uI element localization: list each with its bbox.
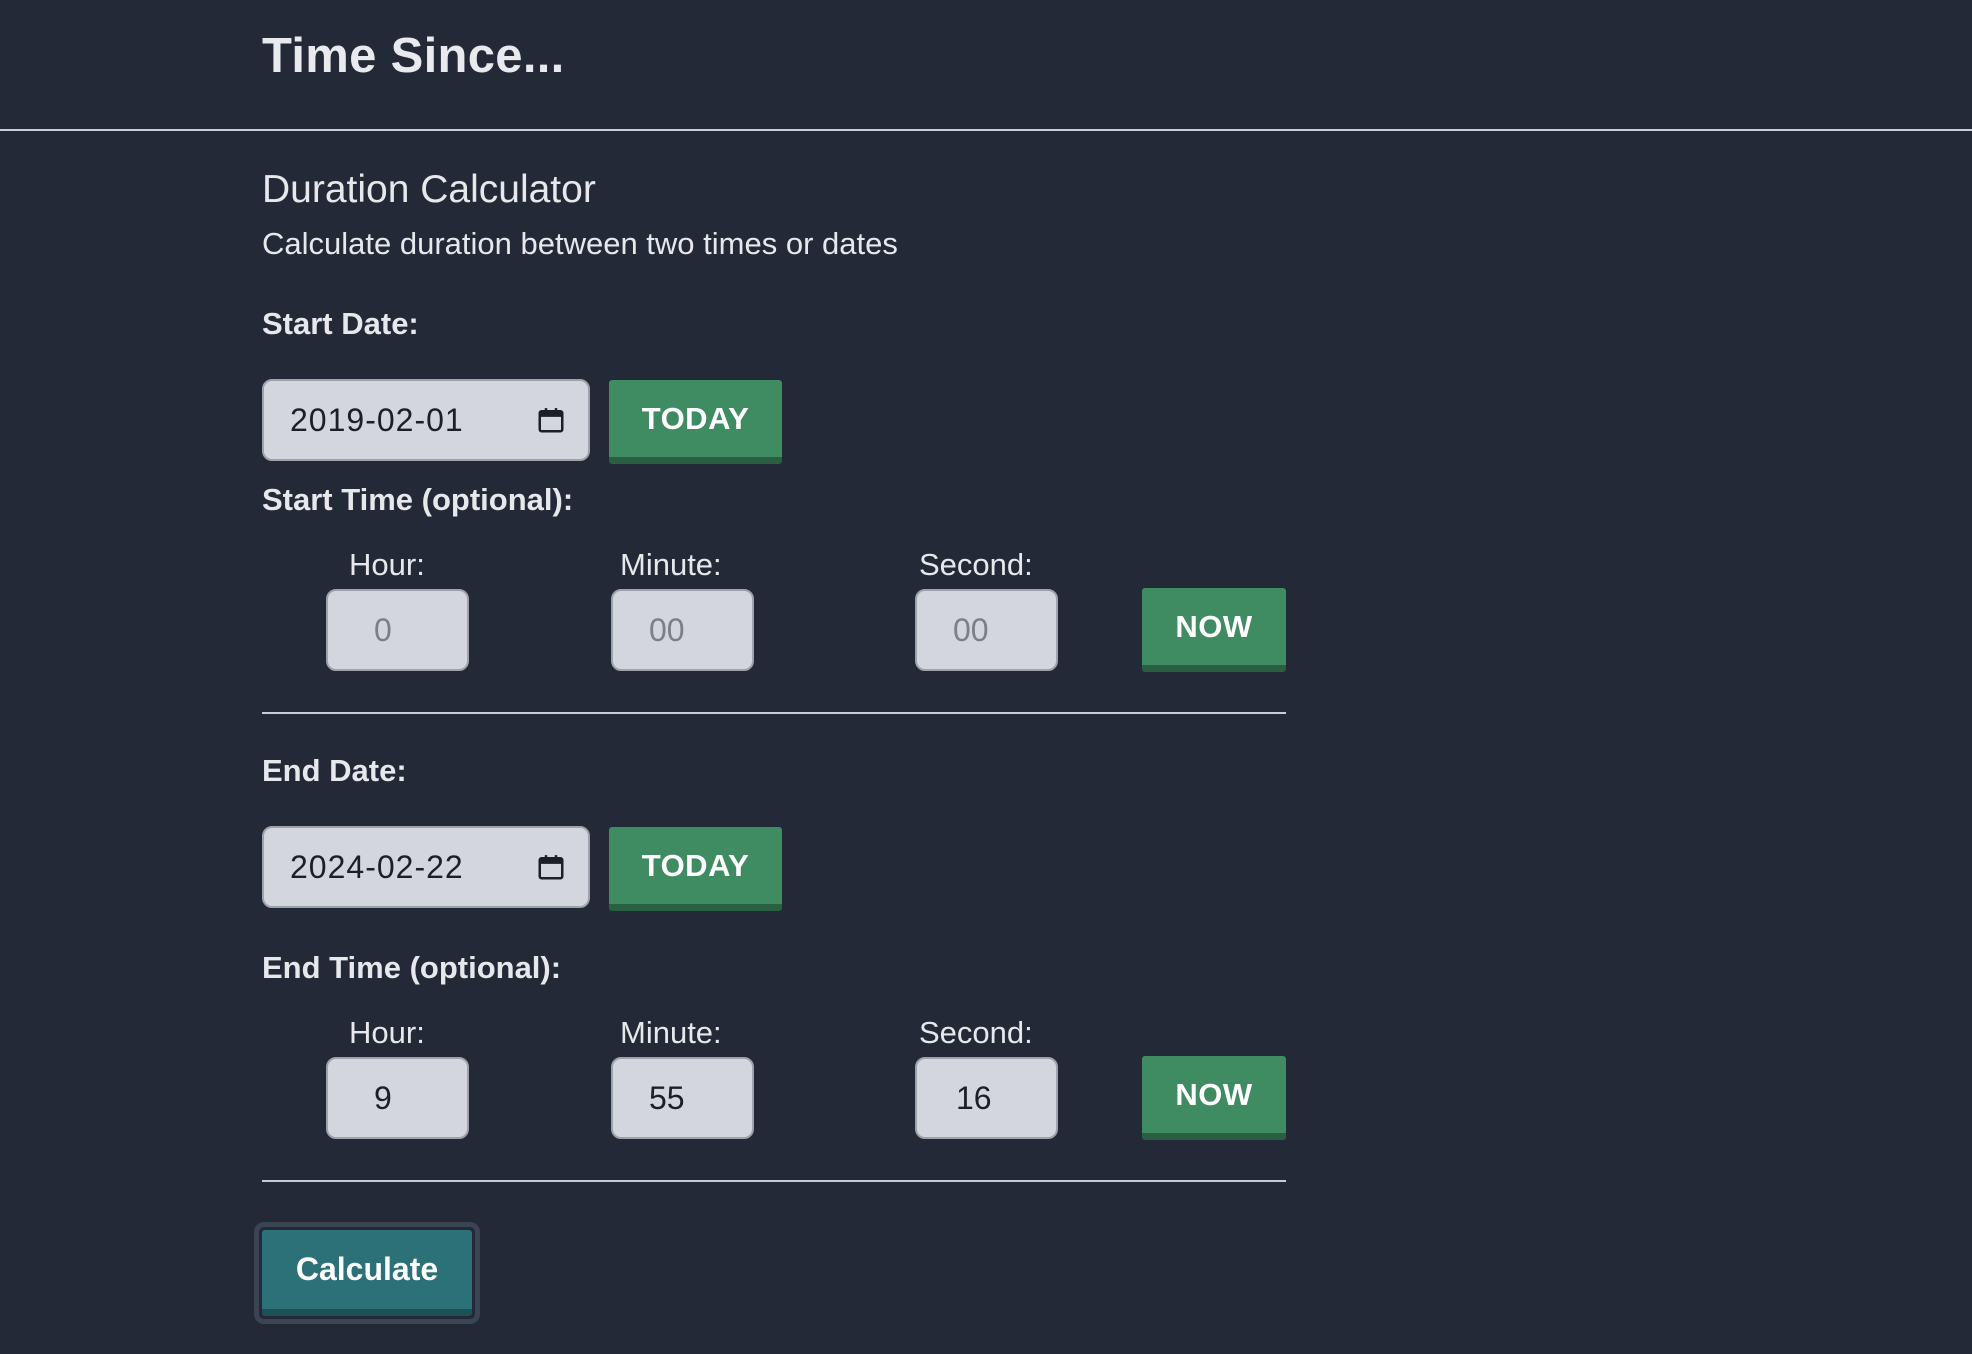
start-second-input[interactable]: 00 xyxy=(915,589,1058,671)
end-hour-input[interactable]: 9 xyxy=(326,1057,469,1139)
calculator-title: Duration Calculator xyxy=(262,168,596,211)
end-minute-label: Minute: xyxy=(620,1015,722,1050)
start-today-button[interactable]: TODAY xyxy=(609,380,782,464)
end-time-label: End Time (optional): xyxy=(262,950,562,985)
calendar-icon[interactable] xyxy=(536,852,566,882)
page: Time Since... Duration Calculator Calcul… xyxy=(0,0,1972,1354)
end-date-value: 2024-02-22 xyxy=(290,848,464,885)
start-minute-input[interactable]: 00 xyxy=(611,589,754,671)
end-minute-input[interactable]: 55 xyxy=(611,1057,754,1139)
end-date-input[interactable]: 2024-02-22 xyxy=(262,826,590,908)
start-now-button[interactable]: NOW xyxy=(1142,588,1286,672)
start-minute-label: Minute: xyxy=(620,547,722,582)
start-second-label: Second: xyxy=(919,547,1033,582)
end-now-button[interactable]: NOW xyxy=(1142,1056,1286,1140)
calculate-button[interactable]: Calculate xyxy=(262,1230,472,1316)
start-date-input[interactable]: 2019-02-01 xyxy=(262,379,590,461)
start-hour-input[interactable]: 0 xyxy=(326,589,469,671)
start-date-label: Start Date: xyxy=(262,306,419,341)
start-hour-label: Hour: xyxy=(349,547,425,582)
end-second-input[interactable]: 16 xyxy=(915,1057,1058,1139)
start-time-label: Start Time (optional): xyxy=(262,482,574,517)
end-second-label: Second: xyxy=(919,1015,1033,1050)
site-title: Time Since... xyxy=(262,29,565,83)
start-section-divider xyxy=(262,712,1286,714)
end-section-divider xyxy=(262,1180,1286,1182)
start-date-value: 2019-02-01 xyxy=(290,401,464,438)
calculator-subtitle: Calculate duration between two times or … xyxy=(262,226,898,261)
end-hour-label: Hour: xyxy=(349,1015,425,1050)
header-divider xyxy=(0,129,1972,131)
end-date-label: End Date: xyxy=(262,753,407,788)
end-today-button[interactable]: TODAY xyxy=(609,827,782,911)
calendar-icon[interactable] xyxy=(536,405,566,435)
